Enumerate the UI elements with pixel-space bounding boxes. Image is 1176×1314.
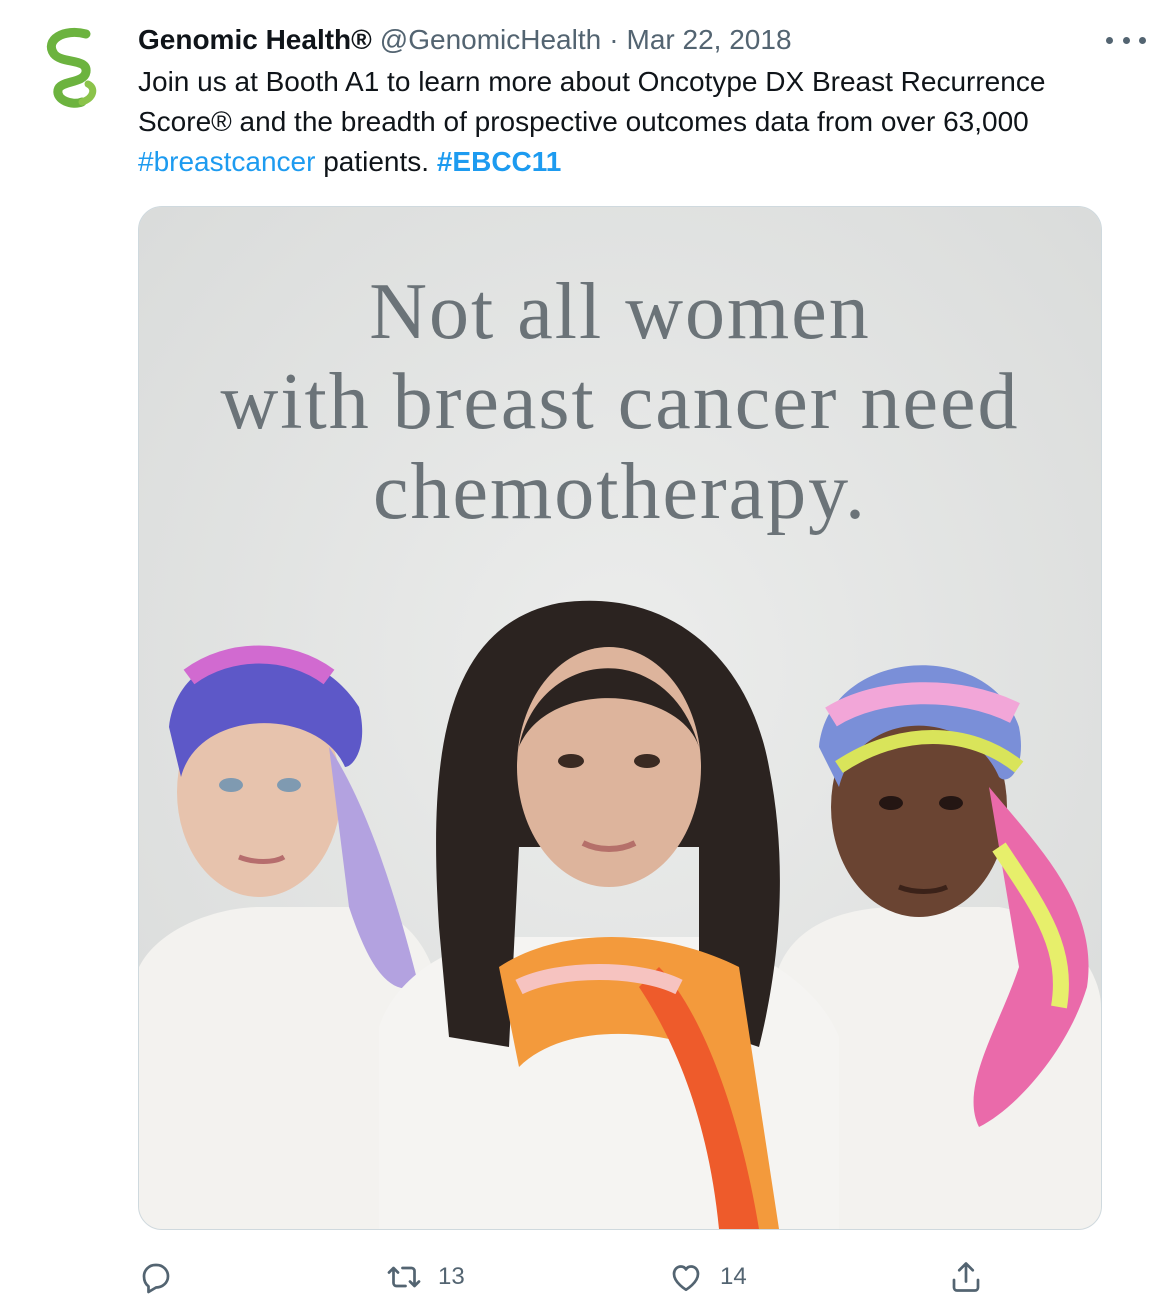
tweet-header: Genomic Health® @GenomicHealth · Mar 22,… xyxy=(138,20,792,60)
headline-line2: with breast cancer need xyxy=(220,358,1020,446)
tweet-date[interactable]: Mar 22, 2018 xyxy=(627,24,792,56)
tweet: Genomic Health® @GenomicHealth · Mar 22,… xyxy=(0,0,1176,1314)
reply-icon xyxy=(142,1263,170,1294)
display-name[interactable]: Genomic Health® xyxy=(138,24,372,56)
tweet-text-line1: Join us at Booth A1 to learn more about … xyxy=(138,66,1046,97)
reply-button[interactable] xyxy=(138,1250,174,1304)
like-count: 14 xyxy=(720,1263,747,1290)
hashtag-breastcancer[interactable]: #breastcancer xyxy=(138,146,315,177)
headline-line3: chemotherapy. xyxy=(373,448,867,536)
retweet-count: 13 xyxy=(438,1263,465,1290)
share-icon xyxy=(952,1262,980,1292)
more-options-icon[interactable] xyxy=(1106,30,1146,50)
share-button[interactable] xyxy=(948,1250,984,1304)
hashtag-ebcc11[interactable]: #EBCC11 xyxy=(437,146,562,177)
tweet-actions: 13 14 xyxy=(138,1250,1148,1304)
retweet-button[interactable]: 13 xyxy=(386,1250,465,1304)
tweet-media[interactable]: Not all women with breast cancer need ch… xyxy=(138,206,1102,1230)
heart-icon xyxy=(672,1265,700,1292)
media-headline: Not all women with breast cancer need ch… xyxy=(139,267,1101,537)
tweet-text: Join us at Booth A1 to learn more about … xyxy=(138,62,1148,182)
separator: · xyxy=(609,24,619,55)
handle[interactable]: @GenomicHealth xyxy=(380,24,601,56)
avatar[interactable] xyxy=(24,18,120,114)
genomic-health-logo-icon xyxy=(47,28,97,108)
headline-line1: Not all women xyxy=(369,268,871,356)
tweet-text-middle: patients. xyxy=(315,146,437,177)
retweet-icon xyxy=(387,1266,421,1288)
like-button[interactable]: 14 xyxy=(668,1250,747,1304)
tweet-text-line2: Score® and the breadth of prospective ou… xyxy=(138,106,1029,137)
